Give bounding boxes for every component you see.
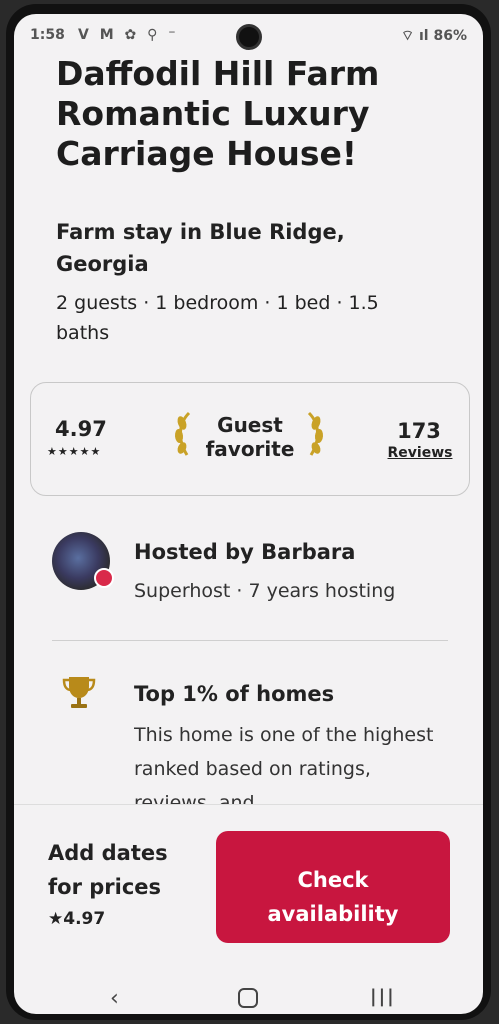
trophy-icon: [62, 677, 96, 708]
host-meta: Superhost · 7 years hosting: [134, 580, 396, 602]
highlight-description: This home is one of the highest ranked b…: [134, 724, 434, 810]
guest-favorite-card[interactable]: 4.97 ★★★★★ Guest favorite 173 Reviews: [30, 382, 470, 496]
signal-icon: ⌔ ıl: [400, 28, 429, 44]
laurel-left-icon: [174, 411, 191, 456]
details-line: 2 guests · 1 bedroom · 1 bed · 1.5: [56, 292, 379, 314]
badge-line: Guest: [217, 413, 283, 437]
divider: [52, 640, 448, 641]
reviews-count: 173: [397, 419, 441, 443]
screen: 1:58 V M ✿ ⚲ ⁻ ⌔ ıl 86% Daffodil Hill Fa…: [14, 14, 483, 1014]
badge-line: favorite: [205, 437, 295, 461]
status-time: 1:58: [30, 27, 65, 43]
button-line: availability: [267, 901, 399, 926]
phone-frame: 1:58 V M ✿ ⚲ ⁻ ⌔ ıl 86% Daffodil Hill Fa…: [6, 4, 491, 1020]
reviews-link[interactable]: Reviews: [385, 445, 455, 461]
recent-apps-icon[interactable]: |||: [370, 986, 396, 1007]
highlight-title: Top 1% of homes: [134, 682, 335, 706]
title-line: Daffodil Hill Farm: [56, 54, 380, 93]
title-line: Romantic Luxury: [56, 94, 370, 133]
price-prompt-line: for prices: [48, 875, 162, 899]
battery-level: 86%: [433, 28, 467, 44]
rating-stars: ★★★★★: [47, 445, 102, 458]
system-nav-bar: ‹ |||: [14, 964, 483, 1014]
details-line: baths: [56, 322, 110, 344]
listing-title: Daffodil Hill Farm Romantic Luxury Carri…: [56, 54, 456, 174]
back-icon[interactable]: ‹: [110, 986, 119, 1011]
subtitle-line: Farm stay in Blue Ridge,: [56, 220, 345, 244]
host-name: Hosted by Barbara: [134, 540, 356, 564]
host-section[interactable]: Hosted by Barbara Superhost · 7 years ho…: [52, 532, 472, 602]
notification-icons: V M ✿ ⚲ ⁻: [78, 27, 179, 43]
home-icon[interactable]: [238, 988, 258, 1008]
button-line: Check: [297, 867, 369, 892]
title-line: Carriage House!: [56, 134, 357, 173]
front-camera: [236, 24, 262, 50]
booking-bar: Add dates for prices ★4.97 Check availab…: [14, 804, 483, 959]
bottom-rating: ★4.97: [48, 909, 106, 929]
price-prompt-line: Add dates: [48, 841, 168, 865]
superhost-badge-icon: [94, 568, 114, 588]
laurel-right-icon: [307, 411, 324, 456]
guest-favorite-badge: Guest favorite: [195, 413, 305, 461]
subtitle-line: Georgia: [56, 252, 149, 276]
listing-details: 2 guests · 1 bedroom · 1 bed · 1.5 baths: [56, 288, 436, 348]
check-availability-button[interactable]: Check availability: [216, 831, 450, 943]
rating-value: 4.97: [55, 417, 107, 441]
status-right: ⌔ ıl 86%: [401, 27, 467, 45]
listing-subtitle: Farm stay in Blue Ridge, Georgia: [56, 216, 456, 280]
status-bar: 1:58 V M ✿ ⚲ ⁻ ⌔ ıl 86%: [14, 14, 483, 56]
